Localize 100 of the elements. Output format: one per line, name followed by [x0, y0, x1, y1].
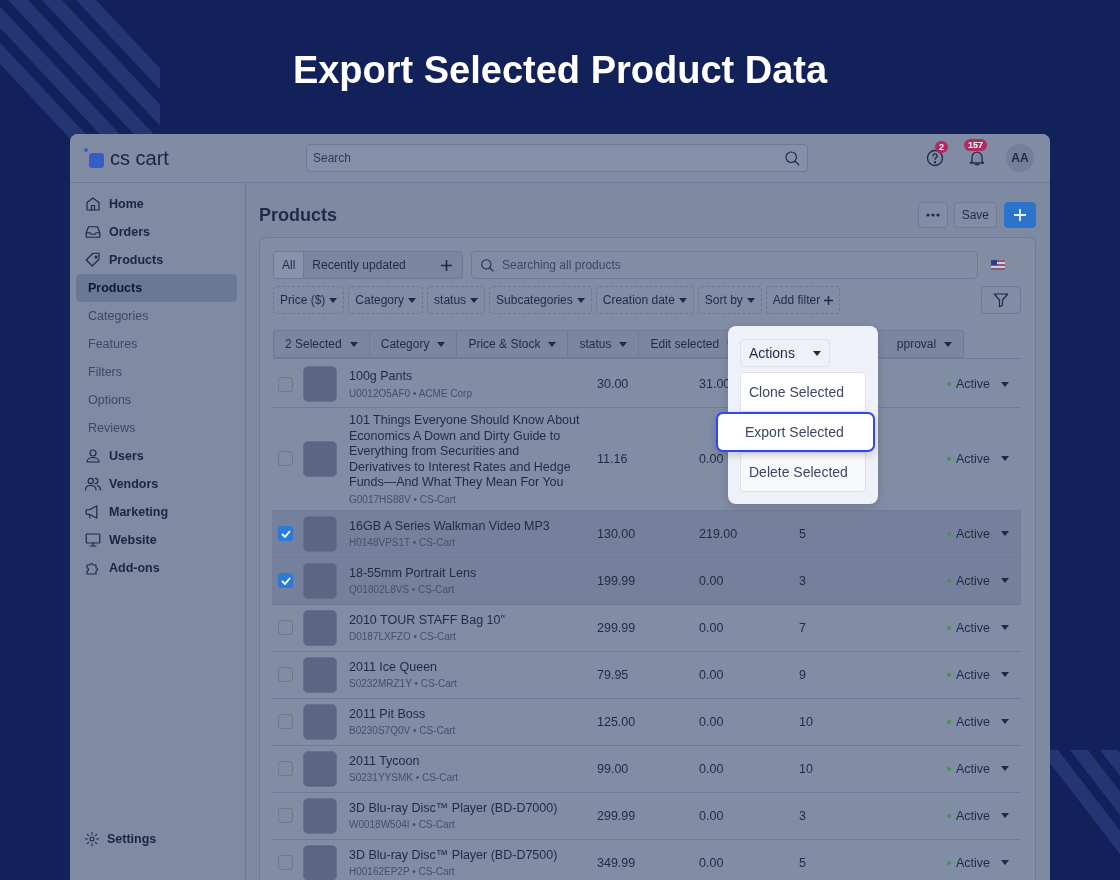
caret-icon: [1001, 456, 1010, 462]
quantity-cell: 10: [799, 761, 813, 776]
price-cell: 130.00: [597, 526, 636, 541]
product-code: D0187LXFZO • CS-Cart: [349, 631, 456, 643]
caret-icon: [548, 341, 557, 347]
sidebar-item[interactable]: Products: [76, 246, 237, 274]
more-icon: [925, 213, 940, 217]
caret-icon: [349, 341, 358, 347]
actions-dropdown[interactable]: Actions: [740, 339, 830, 367]
row-checkbox[interactable]: [278, 573, 293, 588]
add-button[interactable]: [1004, 202, 1036, 228]
filter-dropdown[interactable]: Category: [348, 286, 424, 314]
status-dot-icon: [947, 625, 951, 630]
sidebar-item[interactable]: Filters: [76, 358, 237, 386]
flag-icon[interactable]: [991, 260, 1005, 270]
status-dot-icon: [947, 719, 951, 724]
search-field[interactable]: Search: [306, 144, 808, 172]
product-name[interactable]: 18-55mm Portrait Lens: [349, 565, 584, 582]
user-avatar[interactable]: AA: [1006, 144, 1034, 172]
price-cell: 299.99: [597, 620, 636, 635]
row-checkbox[interactable]: [278, 526, 293, 541]
sidebar-item[interactable]: Options: [76, 386, 237, 414]
quantity-cell: 9: [799, 667, 806, 682]
caret-icon: [1001, 860, 1010, 865]
menu-item[interactable]: Export Selected: [716, 412, 875, 452]
tag-icon: [84, 251, 102, 269]
add-filter-button[interactable]: Add filter: [765, 286, 841, 314]
sidebar-item[interactable]: Orders: [76, 218, 237, 246]
filter-dropdown[interactable]: Price ($): [273, 286, 345, 314]
state-dropdown[interactable]: Active: [947, 526, 1010, 541]
product-name[interactable]: 3D Blu-ray Disc™ Player (BD-D7500): [349, 847, 584, 864]
sidebar-item[interactable]: Website: [76, 526, 237, 554]
product-name[interactable]: 3D Blu-ray Disc™ Player (BD-D7000): [349, 800, 584, 817]
filter-dropdown[interactable]: Sort by: [697, 286, 762, 314]
help-badge: 2: [935, 141, 948, 153]
logo-icon: [84, 148, 104, 168]
state-dropdown[interactable]: Active: [947, 808, 1010, 823]
list-price-cell: 0.00: [699, 667, 724, 682]
user-icon: [84, 447, 102, 465]
filter-dropdown[interactable]: status: [427, 286, 486, 314]
bulk-action-dropdown[interactable]: Price & Stock: [456, 330, 568, 358]
home-icon: [84, 195, 102, 213]
filter-tab[interactable]: Recently updated: [304, 252, 414, 278]
menu-item[interactable]: Delete Selected: [740, 452, 866, 492]
filter-dropdown[interactable]: Creation date: [595, 286, 694, 314]
sidebar-item[interactable]: Add-ons: [76, 554, 237, 582]
list-price-cell: 0.00: [699, 573, 724, 588]
product-search-field[interactable]: Searching all products: [471, 251, 978, 279]
status-dot-icon: [947, 860, 951, 865]
caret-icon: [1001, 578, 1010, 583]
list-price-cell: 0.00: [699, 855, 724, 870]
sidebar-item[interactable]: Categories: [76, 302, 237, 330]
plus-icon[interactable]: [441, 259, 452, 271]
state-dropdown[interactable]: Active: [947, 667, 1010, 682]
state-dropdown[interactable]: Active: [947, 573, 1010, 588]
monitor-icon: [84, 531, 102, 549]
state-dropdown[interactable]: Active: [947, 761, 1010, 776]
list-price-cell: 0.00: [699, 761, 724, 776]
sidebar-item[interactable]: Products: [76, 274, 237, 302]
product-name[interactable]: 2010 TOUR STAFF Bag 10": [349, 612, 584, 629]
caret-icon: [470, 297, 479, 303]
product-name[interactable]: 100g Pants: [349, 369, 584, 385]
product-name[interactable]: 16GB A Series Walkman Video MP3: [349, 518, 584, 535]
product-code: U0012O5AF0 • ACME Corp: [349, 387, 472, 399]
filter-tab[interactable]: All: [274, 252, 305, 278]
help-icon: [925, 148, 945, 168]
status-dot-icon: [947, 456, 951, 461]
quantity-cell: 3: [799, 573, 806, 588]
state-dropdown[interactable]: Active: [947, 451, 1010, 466]
product-photo-placeholder: [303, 656, 337, 693]
settings-link[interactable]: Settings: [76, 825, 237, 853]
sidebar-item[interactable]: Vendors: [76, 470, 237, 498]
save-button[interactable]: Save: [953, 202, 997, 228]
price-cell: 11.16: [597, 451, 628, 466]
state-dropdown[interactable]: Active: [947, 377, 1010, 391]
caret-icon: [1001, 719, 1010, 724]
filter-dropdown[interactable]: Subcategories: [489, 286, 592, 314]
product-code: H00162EP2P • CS-Cart: [349, 866, 455, 878]
product-name[interactable]: 2011 Ice Queen: [349, 659, 584, 676]
bulk-action-dropdown[interactable]: 2 Selected: [273, 330, 369, 358]
state-dropdown[interactable]: Active: [947, 714, 1010, 729]
sidebar-item[interactable]: Features: [76, 330, 237, 358]
product-name[interactable]: 101 Things Everyone Should Know About Economics A Down and Dirty Guide to Everything from Securities and Derivatives to Interest Rates and Hedge Funds—And What They Mean For You: [349, 413, 584, 491]
sidebar-item[interactable]: Users: [76, 442, 237, 470]
status-dot-icon: [947, 672, 951, 677]
more-button[interactable]: [917, 202, 948, 228]
state-dropdown[interactable]: Active: [947, 855, 1010, 870]
bulk-action-dropdown[interactable]: status: [567, 330, 639, 358]
plus-icon: [1014, 209, 1026, 221]
sidebar-item[interactable]: Marketing: [76, 498, 237, 526]
sidebar-item[interactable]: Reviews: [76, 414, 237, 442]
sidebar-item[interactable]: Home: [76, 190, 237, 218]
filter-button[interactable]: [981, 286, 1021, 314]
state-dropdown[interactable]: Active: [947, 620, 1010, 635]
product-name[interactable]: 2011 Pit Boss: [349, 706, 584, 723]
price-cell: 99.00: [597, 761, 629, 776]
bulk-action-dropdown[interactable]: Category: [368, 330, 457, 358]
caret-icon: [329, 297, 338, 303]
product-name[interactable]: 2011 Tycoon: [349, 753, 584, 770]
menu-item[interactable]: Clone Selected: [740, 372, 866, 412]
